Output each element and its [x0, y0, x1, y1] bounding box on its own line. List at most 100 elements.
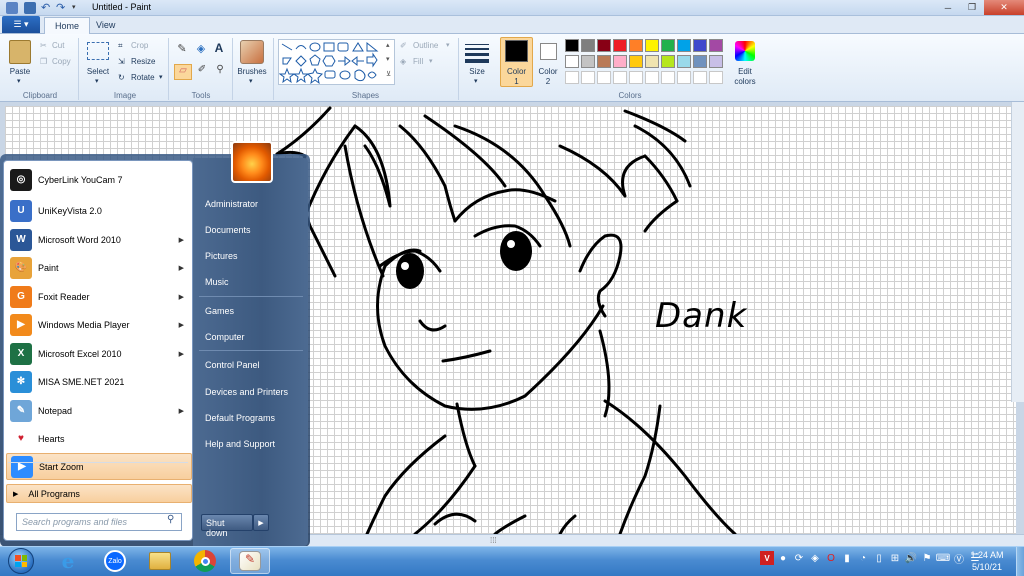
- palette-swatch[interactable]: [709, 71, 723, 84]
- select-icon[interactable]: [87, 42, 109, 60]
- color-palette[interactable]: [565, 39, 735, 87]
- paste-icon[interactable]: [9, 40, 31, 64]
- palette-swatch[interactable]: [645, 71, 659, 84]
- battery-tray-icon[interactable]: ▯: [872, 551, 886, 565]
- taskbar-zalo[interactable]: Zalo: [95, 548, 135, 574]
- save-icon[interactable]: [24, 2, 36, 14]
- palette-swatch[interactable]: [661, 71, 675, 84]
- start-menu-item[interactable]: ✎ Notepad ▶: [6, 397, 192, 424]
- brushes-icon[interactable]: [240, 40, 264, 64]
- antivirus-tray-icon[interactable]: V: [760, 551, 774, 565]
- palette-swatch[interactable]: [629, 55, 643, 68]
- text-tool-icon[interactable]: A: [211, 41, 227, 56]
- shut-down-options-icon[interactable]: ▶: [253, 514, 269, 531]
- all-programs-button[interactable]: ▶ All Programs: [6, 484, 192, 503]
- size-button[interactable]: Size: [463, 67, 491, 76]
- start-menu-item[interactable]: ♥ Hearts: [6, 425, 192, 452]
- start-menu-link[interactable]: Documents: [199, 222, 303, 238]
- copy-button[interactable]: Copy: [52, 57, 71, 66]
- file-menu-button[interactable]: ☰ ▾: [2, 16, 40, 33]
- color2-swatch[interactable]: [540, 43, 557, 60]
- paint-app-icon[interactable]: [6, 2, 18, 14]
- close-button[interactable]: ✕: [984, 0, 1024, 15]
- start-menu-item[interactable]: U UniKeyVista 2.0: [6, 197, 192, 224]
- palette-swatch[interactable]: [565, 55, 579, 68]
- start-menu-item[interactable]: 🎨 Paint ▶: [6, 254, 192, 281]
- palette-swatch[interactable]: [581, 71, 595, 84]
- palette-swatch[interactable]: [677, 39, 691, 52]
- palette-swatch[interactable]: [693, 71, 707, 84]
- select-dropdown-icon[interactable]: ▾: [95, 77, 99, 85]
- size-icon[interactable]: [465, 41, 489, 63]
- palette-swatch[interactable]: [597, 55, 611, 68]
- start-menu-link[interactable]: Games: [199, 303, 303, 319]
- select-button[interactable]: Select: [84, 67, 112, 76]
- taskbar-internet-explorer[interactable]: e: [48, 548, 88, 574]
- start-menu-item[interactable]: ✻ MISA SME.NET 2021: [6, 368, 192, 395]
- crop-button[interactable]: Crop: [131, 41, 148, 50]
- quick-access-dropdown-icon[interactable]: ▾: [72, 3, 76, 11]
- start-menu-link[interactable]: Administrator: [199, 196, 303, 212]
- palette-swatch[interactable]: [565, 71, 579, 84]
- outline-dropdown-icon[interactable]: ▾: [446, 41, 450, 49]
- vertical-scrollbar[interactable]: [1011, 102, 1024, 402]
- pencil-icon[interactable]: ✎: [174, 42, 190, 57]
- start-menu-link[interactable]: Control Panel: [199, 357, 303, 373]
- fill-dropdown-icon[interactable]: ▾: [429, 57, 433, 65]
- taskbar-chrome[interactable]: [185, 548, 225, 574]
- redo-icon[interactable]: ↷: [56, 1, 65, 14]
- search-programs-input[interactable]: Search programs and files: [16, 513, 182, 531]
- cut-button[interactable]: Cut: [52, 41, 64, 50]
- start-menu-link[interactable]: Default Programs: [199, 410, 303, 426]
- palette-swatch[interactable]: [661, 55, 675, 68]
- volume-tray-icon[interactable]: 🔊: [904, 551, 918, 565]
- tab-view[interactable]: View: [86, 17, 125, 34]
- minimize-button[interactable]: ─: [936, 0, 960, 15]
- palette-swatch[interactable]: [693, 55, 707, 68]
- user-picture[interactable]: [231, 141, 273, 183]
- start-menu-link[interactable]: Help and Support: [199, 436, 303, 452]
- magnifier-icon[interactable]: ⚲: [212, 64, 228, 79]
- brushes-dropdown-icon[interactable]: ▾: [249, 77, 253, 85]
- paste-button[interactable]: Paste: [4, 67, 36, 76]
- rotate-button[interactable]: Rotate: [131, 73, 155, 82]
- outline-button[interactable]: Outline: [413, 41, 438, 50]
- color2-label-line2[interactable]: 2: [534, 77, 562, 86]
- palette-swatch[interactable]: [709, 39, 723, 52]
- taskbar-paint[interactable]: ✎: [230, 548, 270, 574]
- tab-home[interactable]: Home: [44, 17, 91, 34]
- edit-colors-icon[interactable]: [735, 41, 755, 61]
- opera-tray-icon[interactable]: O: [824, 551, 838, 565]
- taskbar-file-explorer[interactable]: [140, 548, 180, 574]
- resize-grip-icon[interactable]: ⁞⁞⁞: [490, 536, 497, 545]
- resize-button[interactable]: Resize: [131, 57, 155, 66]
- palette-swatch[interactable]: [597, 71, 611, 84]
- color-picker-icon[interactable]: ✐: [194, 64, 210, 79]
- palette-swatch[interactable]: [597, 39, 611, 52]
- palette-swatch[interactable]: [629, 71, 643, 84]
- start-menu-link[interactable]: Music: [199, 274, 303, 290]
- palette-swatch[interactable]: [661, 39, 675, 52]
- wifi-tray-icon[interactable]: ◔: [856, 551, 870, 565]
- palette-swatch[interactable]: [565, 39, 579, 52]
- language-tray-icon[interactable]: ⌨: [936, 551, 950, 565]
- shapes-gallery[interactable]: [278, 39, 395, 85]
- eraser-icon[interactable]: ▱: [174, 64, 192, 80]
- fill-bucket-icon[interactable]: ◈: [193, 42, 209, 57]
- maximize-button[interactable]: ❐: [960, 0, 984, 15]
- edit-colors-label-line1[interactable]: Edit: [730, 67, 760, 76]
- shapes-scroll-down-icon[interactable]: ▾: [386, 55, 390, 63]
- start-menu-item[interactable]: ▶ Windows Media Player ▶: [6, 311, 192, 338]
- shapes-scroll-up-icon[interactable]: ▴: [386, 41, 390, 49]
- shield-tray-icon[interactable]: ◈: [808, 551, 822, 565]
- start-menu-item[interactable]: ◎ CyberLink YouCam 7: [6, 166, 192, 193]
- palette-swatch[interactable]: [613, 71, 627, 84]
- start-menu-item[interactable]: W Microsoft Word 2010 ▶: [6, 226, 192, 253]
- sync-tray-icon[interactable]: ⟳: [792, 551, 806, 565]
- palette-swatch[interactable]: [629, 39, 643, 52]
- brushes-button[interactable]: Brushes: [235, 67, 269, 76]
- chat-tray-icon[interactable]: ●: [776, 551, 790, 565]
- size-dropdown-icon[interactable]: ▾: [474, 77, 478, 85]
- paste-dropdown-icon[interactable]: ▾: [17, 77, 21, 85]
- search-icon[interactable]: ⚲: [167, 514, 174, 525]
